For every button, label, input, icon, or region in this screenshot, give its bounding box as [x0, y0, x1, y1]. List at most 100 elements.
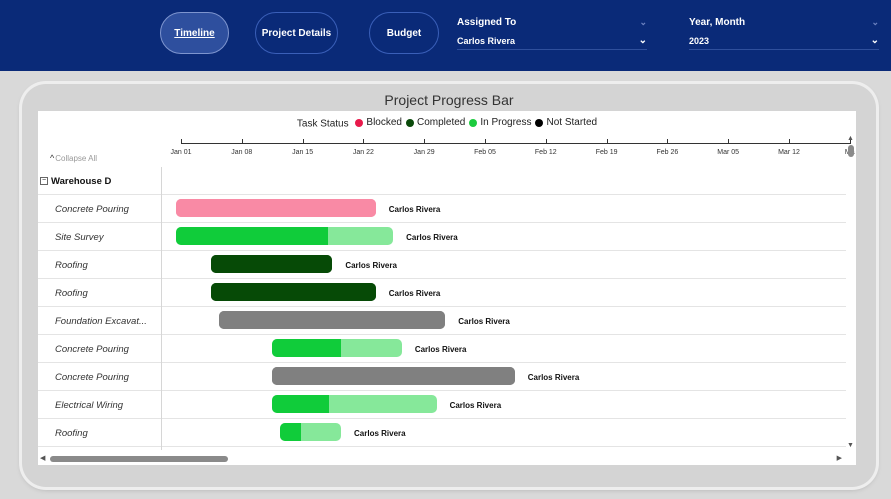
axis-tick-label: Jan 08	[231, 149, 253, 156]
task-assignee-label: Carlos Rivera	[467, 447, 519, 450]
task-row[interactable]: Roofing Carlos Rivera	[38, 419, 846, 447]
task-row[interactable]: Electrical Wiring Carlos Rivera	[38, 391, 846, 419]
axis-tick-label: Mar 05	[717, 149, 740, 156]
axis-tick	[606, 139, 608, 144]
collapse-all-button[interactable]: ^Collapse All	[50, 153, 97, 163]
task-bar[interactable]	[210, 283, 376, 301]
task-assignee-label: Carlos Rivera	[406, 232, 458, 242]
task-assignee-label: Carlos Rivera	[345, 260, 397, 270]
axis-tick	[545, 139, 547, 144]
task-bar[interactable]	[271, 367, 515, 385]
legend-item: Blocked	[355, 117, 402, 128]
task-name: Site Survey	[38, 447, 162, 450]
task-progress-fill	[271, 367, 515, 385]
group-row[interactable]: − Warehouse D	[38, 167, 846, 195]
axis-tick-label: Mar 12	[778, 149, 800, 156]
task-row[interactable]: Roofing Carlos Rivera	[38, 251, 846, 279]
axis-tick	[485, 139, 486, 144]
scroll-up-icon[interactable]: ▲	[847, 135, 854, 142]
legend: Task Status Blocked Completed In Progress N…	[38, 117, 856, 130]
task-bar[interactable]	[210, 255, 333, 273]
chevron-down-icon: ⌄	[639, 16, 647, 27]
axis-tick-label: Feb 19	[595, 149, 618, 156]
axis-tick-label: Feb 05	[474, 149, 496, 156]
horizontal-scrollbar[interactable]: ◀ ▶	[38, 453, 846, 465]
visual-title: Project Progress Bar	[384, 92, 514, 108]
axis-tick	[728, 139, 730, 144]
task-name: Foundation Excavat...	[38, 307, 162, 335]
task-progress-fill	[280, 423, 302, 441]
task-row[interactable]: Concrete Pouring Carlos Rivera	[38, 195, 846, 223]
timeline-nav-button[interactable]: Timeline	[160, 12, 229, 54]
legend-item: Not Started	[535, 117, 597, 128]
task-name: Roofing	[38, 279, 162, 307]
task-assignee-label: Carlos Rivera	[414, 344, 467, 354]
year-month-title: Year, Month	[689, 16, 746, 28]
task-assignee-label: Carlos Rivera	[388, 204, 441, 214]
year-month-value: 2023	[689, 35, 710, 46]
task-assignee-label: Carlos Rivera	[388, 288, 441, 298]
horizontal-scroll-thumb[interactable]	[50, 456, 228, 462]
axis-tick	[181, 139, 182, 144]
task-bar[interactable]	[280, 423, 342, 441]
axis-tick-label: Jan 01	[170, 149, 192, 156]
scroll-down-icon[interactable]: ▼	[847, 442, 854, 449]
task-bar[interactable]	[219, 311, 446, 329]
scroll-right-icon[interactable]: ▶	[837, 454, 842, 462]
task-bar[interactable]	[176, 199, 376, 217]
scroll-left-icon[interactable]: ◀	[40, 454, 45, 462]
assigned-to-dropdown[interactable]: Carlos Rivera ⌄	[457, 34, 647, 50]
legend-dot-icon	[405, 118, 414, 127]
year-month-slicer[interactable]: Year, Month ⌄ 2023 ⌄	[689, 14, 879, 50]
task-assignee-label: Carlos Rivera	[458, 316, 510, 326]
legend-label: Completed	[416, 117, 466, 128]
budget-nav-button[interactable]: Budget	[369, 12, 439, 54]
axis-tick	[667, 139, 669, 144]
task-bar[interactable]	[176, 227, 394, 245]
project-details-nav-button[interactable]: Project Details	[255, 12, 338, 54]
task-assignee-label: Carlos Rivera	[354, 428, 406, 438]
task-progress-fill	[176, 199, 376, 217]
vertical-scrollbar[interactable]: ▲ ▼	[846, 133, 856, 451]
axis-tick	[424, 139, 426, 144]
task-row[interactable]: Site Survey Carlos Rivera	[38, 223, 846, 251]
vertical-scroll-thumb[interactable]	[848, 145, 854, 157]
task-name: Site Survey	[38, 223, 162, 251]
task-row[interactable]: Foundation Excavat... Carlos Rivera	[38, 307, 846, 335]
axis-tick-label: Feb 12	[534, 149, 557, 156]
task-name: Concrete Pouring	[38, 195, 162, 223]
group-label: Warehouse D	[51, 175, 112, 187]
legend-dot-icon	[535, 118, 544, 127]
axis-tick	[302, 139, 304, 144]
assigned-to-slicer[interactable]: Assigned To ⌄ Carlos Rivera ⌄	[457, 14, 647, 50]
axis-tick-label: Jan 29	[413, 149, 435, 156]
axis-tick	[363, 139, 365, 144]
legend-label: In Progress	[480, 117, 532, 128]
chevron-down-icon[interactable]: ⌄	[639, 35, 647, 46]
task-row[interactable]: Site Survey Carlos Rivera	[38, 447, 846, 450]
axis-tick	[789, 139, 790, 144]
task-name: Concrete Pouring	[38, 363, 162, 391]
task-bar[interactable]	[271, 395, 437, 413]
caret-up-icon: ^	[50, 153, 55, 163]
legend-label: Not Started	[546, 117, 598, 128]
axis-tick-label: Jan 15	[292, 149, 314, 156]
chevron-down-icon[interactable]: ⌄	[871, 35, 879, 46]
legend-item: In Progress	[469, 117, 531, 128]
task-name: Roofing	[38, 419, 162, 447]
task-row[interactable]: Roofing Carlos Rivera	[38, 279, 846, 307]
task-progress-fill	[210, 255, 333, 273]
gantt-chart[interactable]: Task Status Blocked Completed In Progress N…	[38, 111, 856, 465]
task-row[interactable]: Concrete Pouring Carlos Rivera	[38, 363, 846, 391]
legend-dot-icon	[355, 118, 364, 127]
year-month-dropdown[interactable]: 2023 ⌄	[689, 34, 879, 50]
legend-dot-icon	[469, 118, 478, 127]
collapse-icon[interactable]: −	[40, 177, 48, 185]
task-progress-fill	[176, 227, 328, 245]
legend-item: Completed	[405, 117, 466, 128]
task-bar[interactable]	[271, 339, 402, 357]
task-rows: − Warehouse D Concrete Pouring Carlos Rive…	[38, 167, 846, 450]
chevron-down-icon: ⌄	[871, 16, 879, 27]
task-progress-fill	[219, 311, 446, 329]
task-row[interactable]: Concrete Pouring Carlos Rivera	[38, 335, 846, 363]
